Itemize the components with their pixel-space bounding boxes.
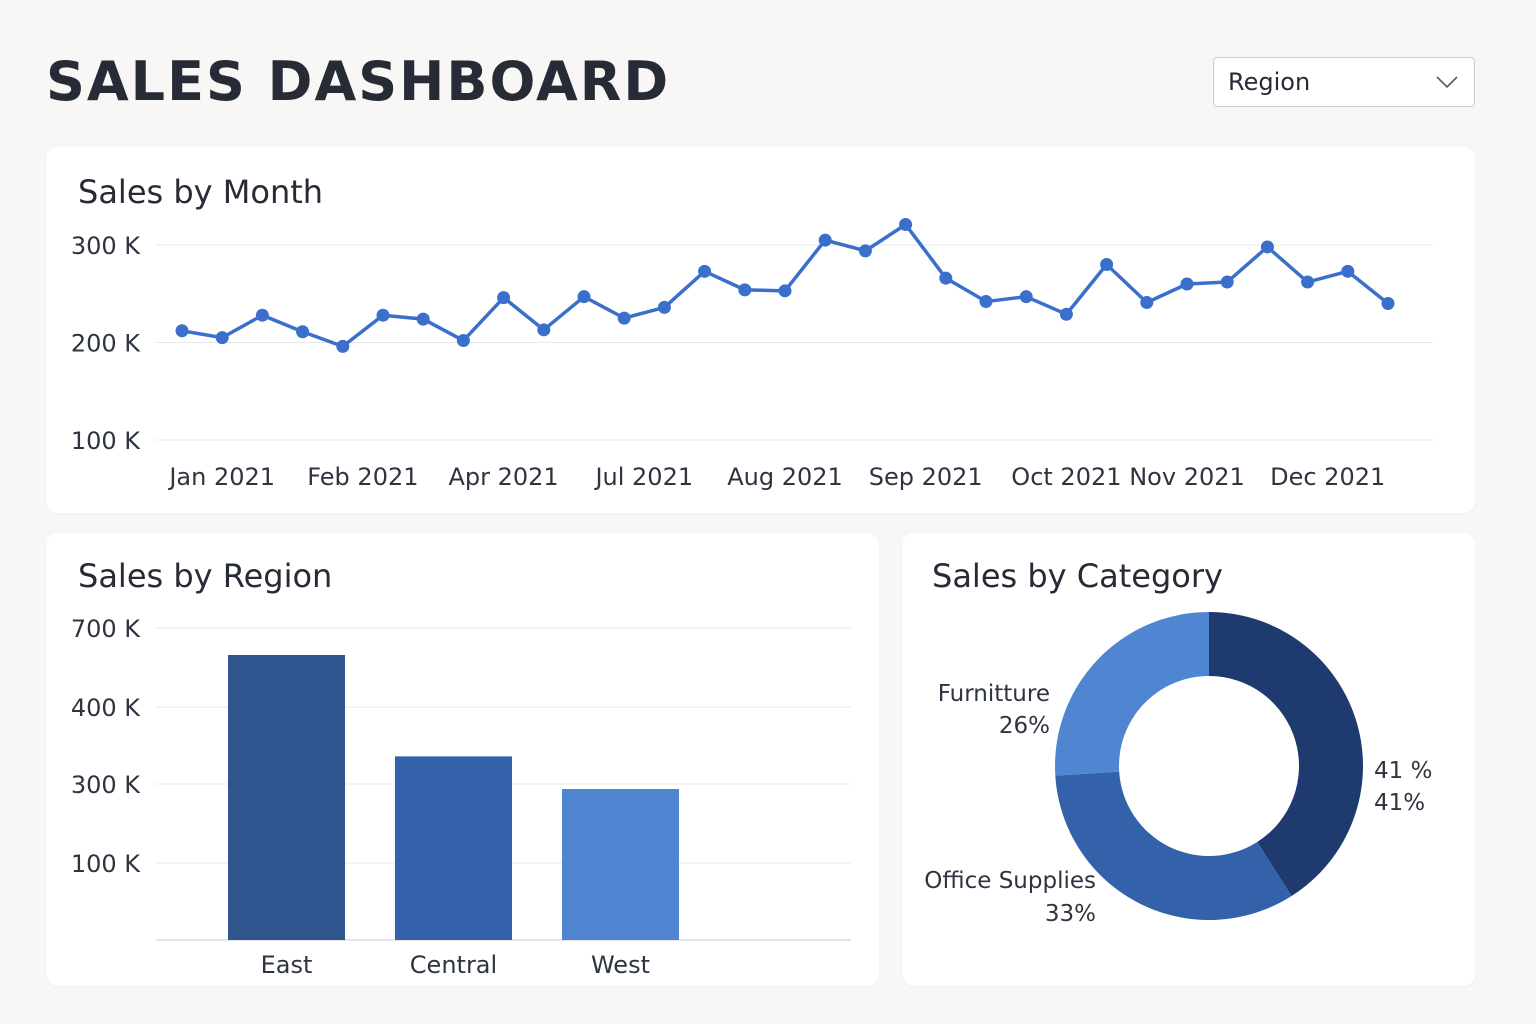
sales-by-month-chart: 300 K 200 K 100 K Jan 2021 Feb 2021 Apr 2021 J… [71, 218, 1433, 491]
x-tick-label: Oct 2021 [1011, 463, 1121, 491]
data-point [577, 290, 591, 304]
donut-slice [1055, 771, 1292, 920]
bar-east [228, 655, 345, 940]
data-point [215, 331, 229, 345]
x-tick-label: Feb 2021 [307, 463, 418, 491]
sales-by-region-chart: 700 K 400 K 300 K 100 K East Central West [71, 615, 851, 979]
x-tick-label: Dec 2021 [1270, 463, 1385, 491]
sales-by-category-card: Sales by Category 41 % 41% Furnitture 26% Of… [902, 533, 1475, 986]
data-point [1260, 240, 1274, 254]
slice-percent-label: 33% [1045, 901, 1096, 927]
slice-label: Furnitture [938, 681, 1050, 707]
sales-by-region-card: Sales by Region 700 K 400 K 300 K 100 K East… [46, 533, 879, 986]
data-point [1140, 296, 1154, 310]
bar-central [395, 756, 512, 940]
data-point [1100, 258, 1114, 271]
data-point [818, 233, 832, 247]
data-point [899, 218, 913, 232]
slice-percent-label: 41% [1374, 790, 1425, 816]
data-point [456, 334, 470, 348]
data-point [1220, 275, 1234, 289]
x-tick-label: Jul 2021 [593, 463, 693, 491]
data-point [698, 264, 712, 278]
data-point [255, 308, 269, 322]
data-point [497, 291, 511, 305]
x-tick-label: Jan 2021 [167, 463, 275, 491]
y-tick-label: 100 K [71, 427, 141, 455]
y-tick-label: 200 K [71, 330, 141, 358]
data-point [175, 324, 189, 338]
data-point [939, 271, 953, 285]
donut-slice [1055, 612, 1209, 776]
data-point [376, 308, 390, 322]
x-tick-label: Sep 2021 [869, 463, 983, 491]
slice-percent-label: 26% [999, 713, 1050, 739]
region-dropdown[interactable]: Region [1213, 57, 1475, 107]
y-tick-label: 100 K [71, 850, 141, 878]
region-dropdown-value: Region [1228, 68, 1311, 96]
data-point [738, 283, 752, 297]
data-point [1059, 307, 1073, 321]
data-point [1341, 264, 1355, 278]
sales-by-month-card: Sales by Month 300 K 200 K 100 K Jan 2021 Fe… [46, 147, 1475, 513]
data-point [778, 284, 792, 298]
bar-west [562, 789, 679, 940]
data-point [617, 311, 631, 325]
data-point [1180, 277, 1194, 291]
sales-by-category-chart: 41 % 41% Furnitture 26% Office Supplies 33% [924, 612, 1432, 927]
x-tick-label: Apr 2021 [448, 463, 558, 491]
y-tick-label: 300 K [71, 232, 141, 260]
y-tick-label: 400 K [71, 694, 141, 722]
data-point [537, 323, 551, 337]
data-point [1019, 290, 1033, 304]
slice-percent-label: 41 % [1374, 758, 1432, 784]
y-tick-label: 300 K [71, 771, 141, 799]
x-tick-label: Central [410, 951, 497, 979]
data-point [858, 244, 872, 258]
x-tick-label: Nov 2021 [1129, 463, 1245, 491]
data-point [1381, 297, 1395, 310]
data-point [296, 325, 310, 339]
chevron-down-icon [1436, 76, 1458, 89]
x-tick-label: West [591, 951, 650, 979]
data-point [336, 339, 350, 353]
page-title: SALES DASHBOARD [46, 50, 671, 113]
data-point [416, 312, 430, 326]
data-point [1301, 275, 1315, 289]
data-point [657, 300, 671, 314]
x-tick-label: East [261, 951, 313, 979]
data-point [979, 295, 993, 309]
slice-label: Office Supplies [924, 868, 1096, 894]
y-tick-label: 700 K [71, 615, 141, 643]
x-tick-label: Aug 2021 [727, 463, 843, 491]
